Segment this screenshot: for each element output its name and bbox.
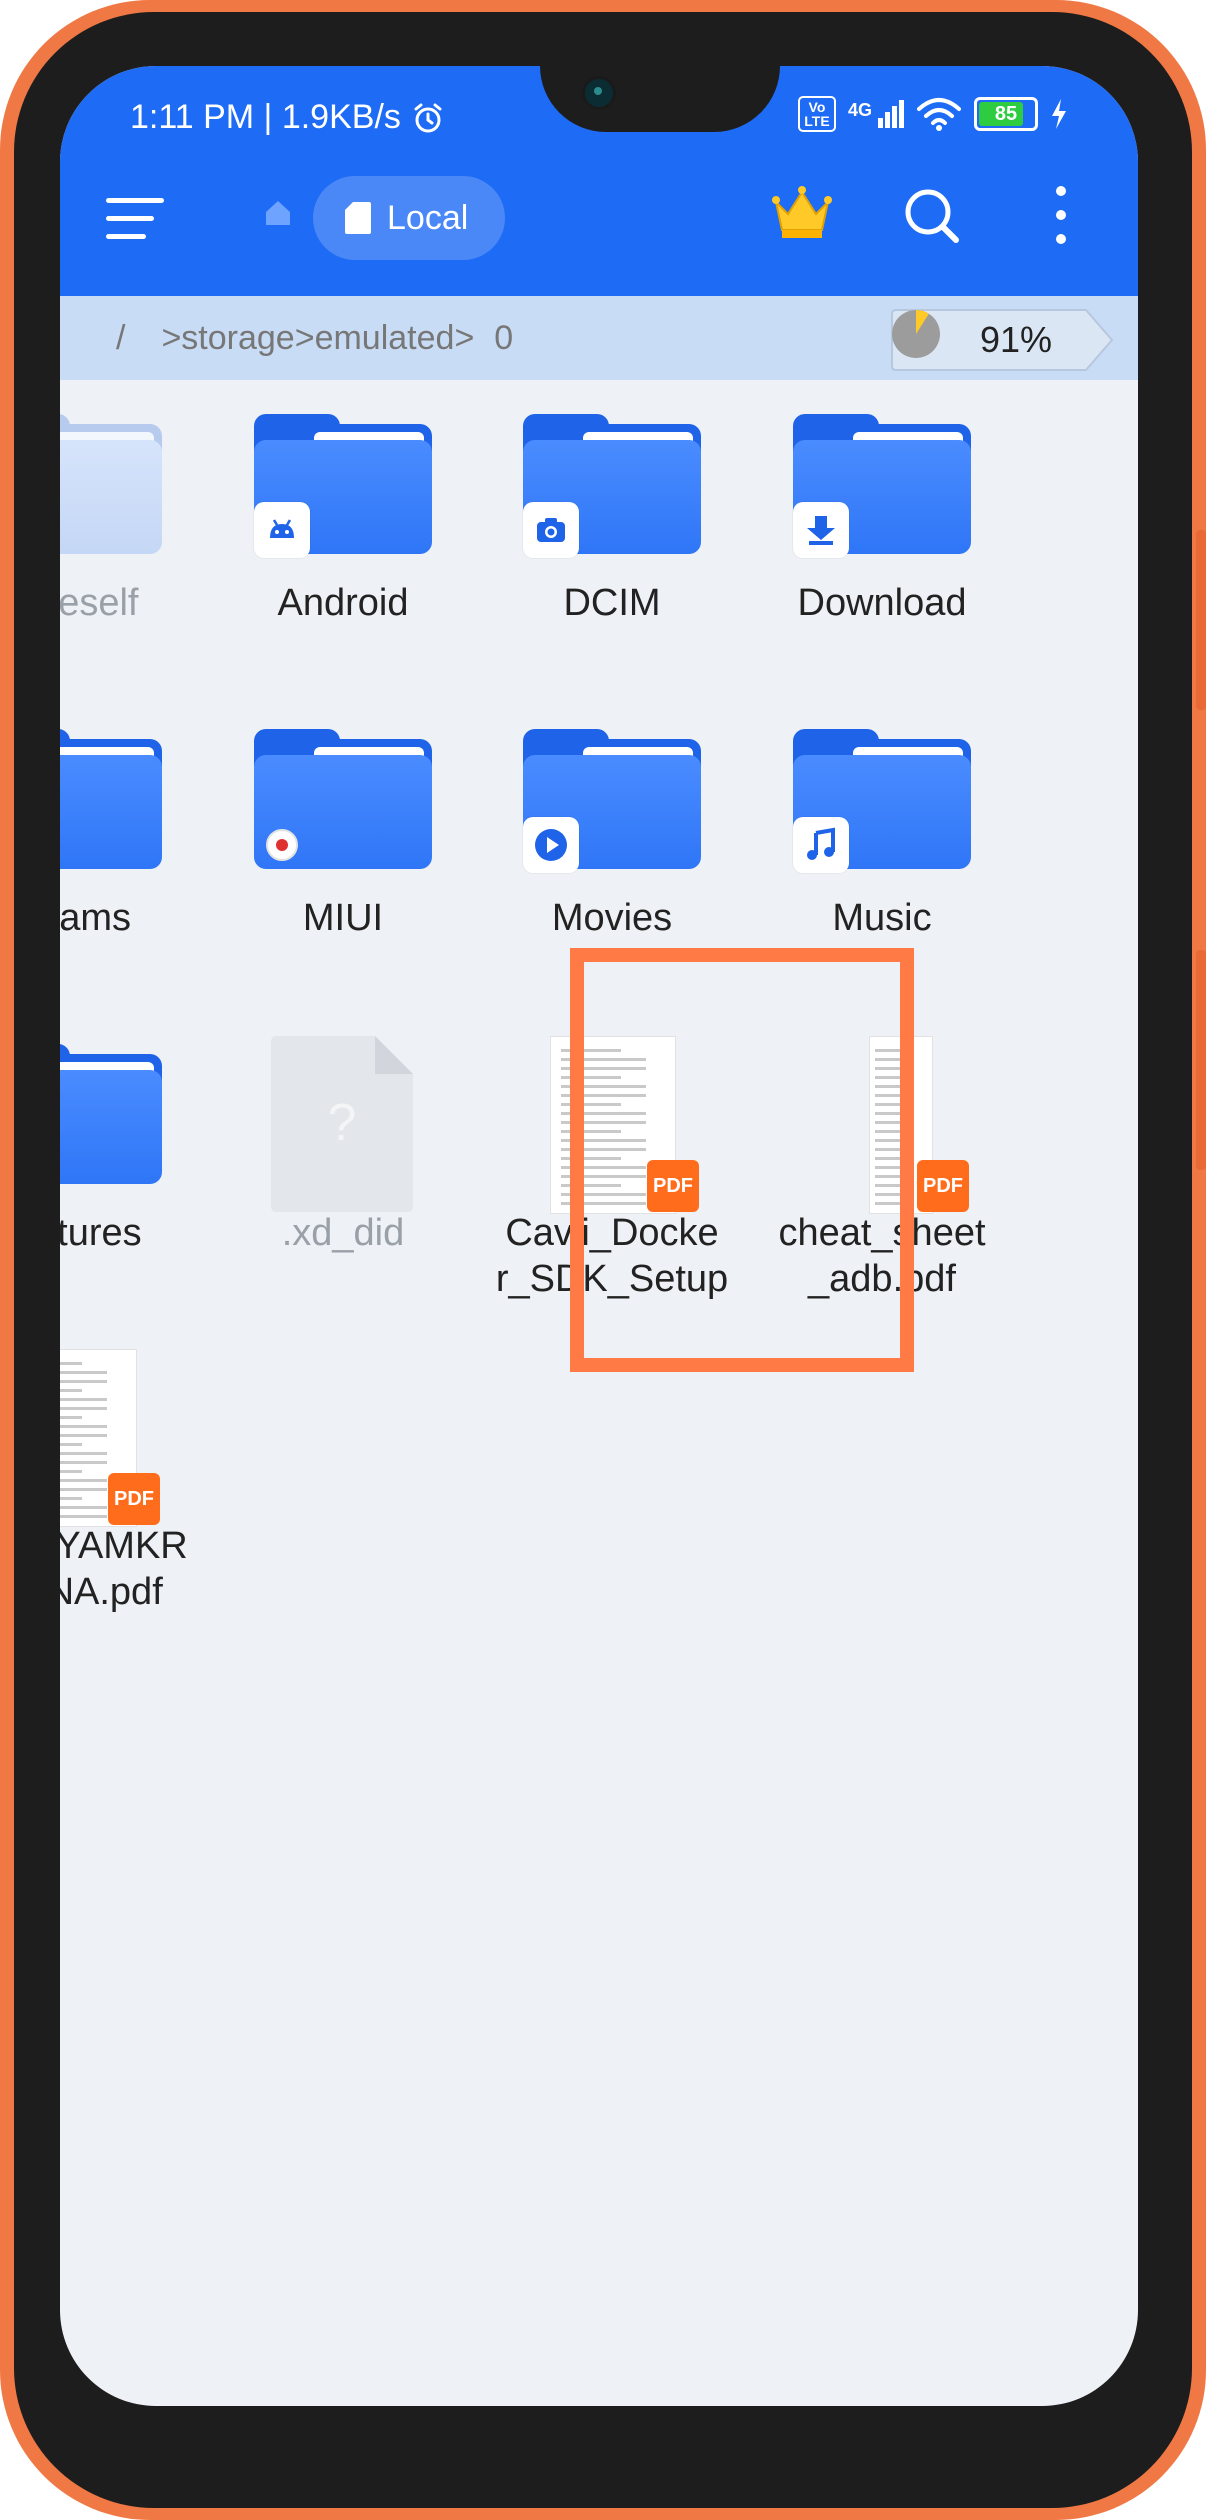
more-options-button[interactable] <box>1050 184 1074 248</box>
volte-icon: Vo LTE <box>797 96 836 132</box>
item-name: MIUI <box>302 897 384 939</box>
pdf-badge-icon: PDF <box>108 1473 160 1525</box>
charging-icon <box>1052 99 1066 129</box>
crown-icon[interactable] <box>770 180 834 244</box>
pdf-badge-icon: PDF <box>917 1160 969 1212</box>
android-icon <box>254 502 310 558</box>
power-button <box>1196 950 1206 1170</box>
location-chip[interactable]: Local <box>313 176 505 260</box>
item-name: .aceself <box>60 582 139 624</box>
item-name: .xd_did <box>281 1212 405 1254</box>
selection-highlight <box>570 948 914 1372</box>
download-icon <box>793 502 849 558</box>
folder-item-exams[interactable]: Exams <box>60 655 193 975</box>
camera-icon <box>523 502 579 558</box>
sd-card-icon <box>345 202 371 234</box>
folder-item-android[interactable]: Android <box>223 340 463 660</box>
signal-icon: 4G <box>848 100 904 128</box>
battery-icon: 85 <box>974 97 1038 131</box>
item-name: Pictures <box>60 1212 142 1254</box>
notch <box>540 66 780 132</box>
folder-item-pictures[interactable]: Pictures <box>60 970 193 1290</box>
item-name: Music <box>832 897 932 939</box>
folder-icon <box>60 1044 162 1184</box>
status-time: 1:11 PM | 1.9KB/s <box>130 98 401 136</box>
folder-item-music[interactable]: Music <box>762 655 1002 975</box>
wifi-icon <box>917 98 961 131</box>
toolbar: Local <box>60 176 1138 286</box>
status-left: 1:11 PM | 1.9KB/s <box>130 98 445 137</box>
item-name: DCIM <box>563 582 661 624</box>
folder-icon <box>793 414 971 558</box>
folder-icon <box>60 414 162 554</box>
question-icon: ? <box>328 1094 357 1152</box>
music-note-icon <box>793 817 849 873</box>
folder-icon <box>523 414 701 558</box>
menu-button[interactable] <box>106 190 166 250</box>
folder-item-download[interactable]: Download <box>762 340 1002 660</box>
volume-button <box>1196 530 1206 710</box>
folder-icon <box>254 729 432 869</box>
front-camera <box>582 76 616 110</box>
play-icon <box>523 817 579 873</box>
unknown-file-icon: ? <box>271 1036 413 1212</box>
item-name: Android <box>277 582 409 624</box>
item-name: Exams <box>60 897 132 939</box>
file-item-k-s-syamkr-ishna-pdf[interactable]: PDFK S SYAMKR ISHNA.pdf <box>60 1283 193 1613</box>
folder-icon <box>523 729 701 873</box>
file-item-xd-did[interactable]: ? .xd_did <box>223 970 463 1290</box>
folder-icon <box>254 414 432 558</box>
folder-icon <box>793 729 971 873</box>
alarm-icon <box>414 103 442 132</box>
record-icon <box>254 817 310 873</box>
folder-icon <box>60 729 162 869</box>
home-icon[interactable] <box>263 198 293 228</box>
folder-item-movies[interactable]: Movies <box>492 655 732 975</box>
location-label: Local <box>387 198 469 237</box>
item-name: Movies <box>551 897 673 939</box>
screen: 1:11 PM | 1.9KB/s Vo LTE 4G 85 Local / >… <box>60 66 1138 2406</box>
item-name: K S SYAMKR ISHNA.pdf <box>60 1525 188 1613</box>
folder-item-dcim[interactable]: DCIM <box>492 340 732 660</box>
menu-icon <box>106 198 164 203</box>
network-type: 4G <box>847 100 872 120</box>
battery-level: 85 <box>994 102 1018 125</box>
more-icon <box>1056 186 1066 196</box>
folder-item-aceself[interactable]: .aceself <box>60 340 193 660</box>
search-icon[interactable] <box>900 184 964 248</box>
status-right: Vo LTE 4G 85 <box>797 96 1068 132</box>
folder-item-miui[interactable]: MIUI <box>223 655 463 975</box>
item-name: Download <box>797 582 967 624</box>
